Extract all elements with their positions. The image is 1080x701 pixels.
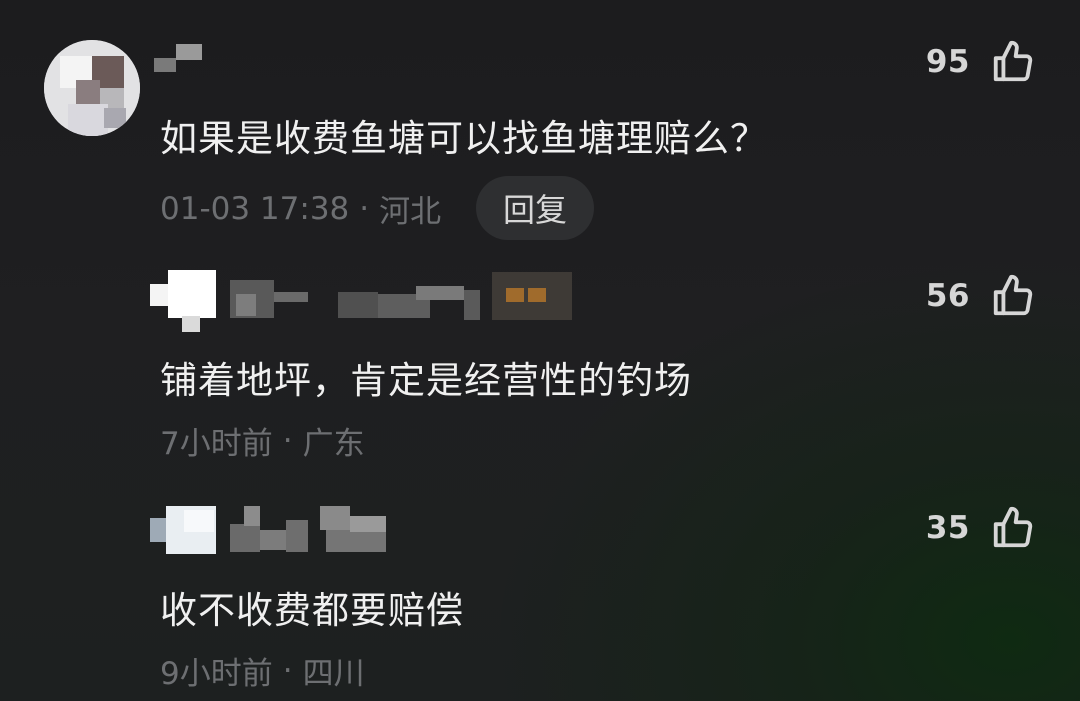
timestamp: 9小时前 [160,656,273,692]
thumbs-up-icon [990,505,1036,551]
comment-item: 35 收不收费都要赔偿 9小时前 · 四川 [0,0,1080,701]
username[interactable] [230,506,390,552]
like-button[interactable]: 35 [926,502,1036,554]
location: 四川 [302,656,365,692]
like-count: 35 [925,510,970,546]
separator: · [282,652,293,689]
comment-meta: 9小时前 · 四川 [160,648,365,693]
comment-text: 收不收费都要赔偿 [160,589,464,632]
avatar[interactable] [150,506,216,558]
